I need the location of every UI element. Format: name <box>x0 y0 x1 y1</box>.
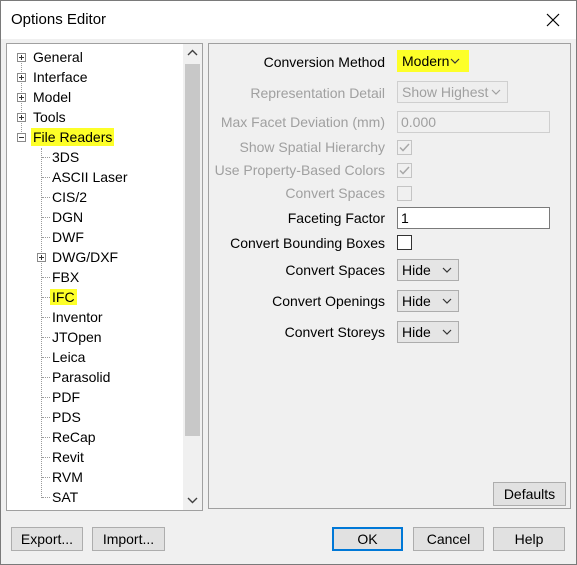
close-button[interactable] <box>536 5 570 35</box>
show-spatial-hierarchy-checkbox[interactable] <box>397 140 412 155</box>
chevron-down-icon <box>442 329 452 335</box>
scroll-up-icon[interactable] <box>187 48 198 59</box>
convert-storeys-label: Convert Storeys <box>284 324 385 340</box>
convert-spaces-checkbox[interactable] <box>397 186 412 201</box>
tree-item-ifc[interactable]: IFC <box>50 288 77 306</box>
window-title: Options Editor <box>11 11 107 28</box>
tree-item-jtopen[interactable]: JTOpen <box>52 328 102 346</box>
collapse-icon[interactable] <box>17 133 26 142</box>
faceting-factor-label: Faceting Factor <box>287 210 385 226</box>
tree-item-revit[interactable]: Revit <box>52 448 84 466</box>
expand-icon[interactable] <box>37 253 46 262</box>
title-bar: Options Editor <box>1 1 576 39</box>
tree-item-ascii-laser[interactable]: ASCII Laser <box>52 168 127 186</box>
settings-panel: Conversion Method Modern Representation … <box>208 43 571 509</box>
checkmark-icon <box>399 166 410 175</box>
tree-item-leica[interactable]: Leica <box>52 348 85 366</box>
convert-bounding-boxes-checkbox[interactable] <box>397 235 412 250</box>
checkmark-icon <box>399 143 410 152</box>
export-button[interactable]: Export... <box>11 527 83 551</box>
scroll-down-icon[interactable] <box>187 494 198 505</box>
max-facet-deviation-field[interactable]: 0.000 <box>397 111 550 133</box>
tree-item-pds[interactable]: PDS <box>52 408 81 426</box>
options-tree: General Interface Model Tools File Reade… <box>6 43 203 511</box>
convert-bounding-boxes-label: Convert Bounding Boxes <box>230 235 385 251</box>
expand-icon[interactable] <box>17 93 26 102</box>
expand-icon[interactable] <box>17 73 26 82</box>
convert-spaces-label: Convert Spaces <box>285 262 385 278</box>
tree-item-cis2[interactable]: CIS/2 <box>52 188 87 206</box>
tree-item-sat[interactable]: SAT <box>52 488 78 506</box>
convert-openings-label: Convert Openings <box>272 293 385 309</box>
use-property-colors-label: Use Property-Based Colors <box>214 162 385 178</box>
conversion-method-dropdown[interactable]: Modern <box>397 50 469 72</box>
max-facet-deviation-label: Max Facet Deviation (mm) <box>220 114 385 130</box>
expand-icon[interactable] <box>17 113 26 122</box>
close-icon <box>546 13 560 27</box>
tree-item-pdf[interactable]: PDF <box>52 388 80 406</box>
chevron-down-icon <box>491 89 501 95</box>
convert-spaces-disabled-label: Convert Spaces <box>285 185 385 201</box>
chevron-down-icon <box>442 267 452 273</box>
expand-icon[interactable] <box>17 53 26 62</box>
scrollbar-thumb[interactable] <box>185 64 200 436</box>
options-editor-dialog: Options Editor General Interface Model T… <box>0 0 577 565</box>
tree-scrollbar[interactable] <box>183 44 202 510</box>
representation-detail-dropdown[interactable]: Show Highest <box>397 81 508 103</box>
tree-item-inventor[interactable]: Inventor <box>52 308 103 326</box>
show-spatial-hierarchy-label: Show Spatial Hierarchy <box>239 139 385 155</box>
convert-storeys-dropdown[interactable]: Hide <box>397 321 459 343</box>
tree-item-fbx[interactable]: FBX <box>52 268 79 286</box>
conversion-method-label: Conversion Method <box>263 54 385 70</box>
chevron-down-icon <box>450 58 460 64</box>
tree-item-rvm[interactable]: RVM <box>52 468 83 486</box>
ok-button[interactable]: OK <box>332 527 403 551</box>
tree-item-3ds[interactable]: 3DS <box>52 148 79 166</box>
convert-openings-dropdown[interactable]: Hide <box>397 290 459 312</box>
help-button[interactable]: Help <box>493 527 565 551</box>
tree-item-recap[interactable]: ReCap <box>52 428 96 446</box>
tree-item-parasolid[interactable]: Parasolid <box>52 368 110 386</box>
representation-detail-label: Representation Detail <box>250 85 385 101</box>
tree-item-dgn[interactable]: DGN <box>52 208 83 226</box>
defaults-button[interactable]: Defaults <box>493 482 566 506</box>
convert-spaces-dropdown[interactable]: Hide <box>397 259 459 281</box>
faceting-factor-field[interactable]: 1 <box>397 207 550 229</box>
chevron-down-icon <box>442 298 452 304</box>
cancel-button[interactable]: Cancel <box>413 527 484 551</box>
import-button[interactable]: Import... <box>92 527 165 551</box>
use-property-colors-checkbox[interactable] <box>397 163 412 178</box>
tree-item-dwf[interactable]: DWF <box>52 228 84 246</box>
